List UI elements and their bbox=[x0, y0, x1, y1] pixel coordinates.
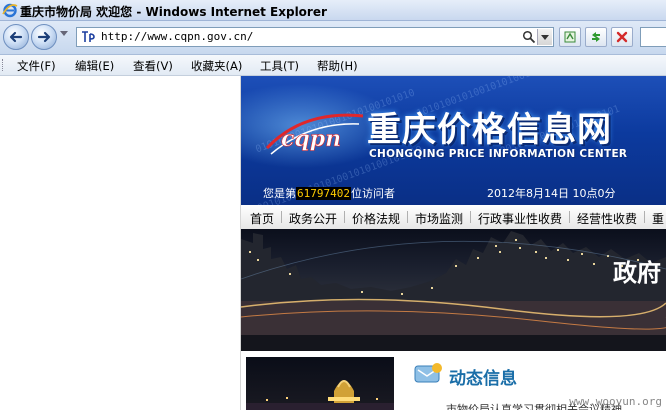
news-section-icon bbox=[414, 363, 442, 383]
nav-separator bbox=[569, 211, 570, 223]
address-dropdown-button[interactable] bbox=[537, 29, 552, 45]
search-magnifier-icon[interactable] bbox=[522, 30, 536, 44]
page-content: 动态信息 市物价局认真学习贯彻相关会议精神 www.wooyun.org bbox=[241, 351, 666, 410]
address-url: http://www.cqpn.gov.cn/ bbox=[101, 30, 254, 43]
toolbar-grip[interactable] bbox=[2, 59, 5, 71]
city-night-photo: 政府 bbox=[241, 229, 666, 351]
nav-item-more[interactable]: 重 bbox=[652, 210, 664, 227]
news-thumbnail[interactable] bbox=[246, 357, 394, 410]
visitor-prefix: 您是第 bbox=[263, 187, 296, 200]
menu-edit[interactable]: 编辑(E) bbox=[75, 58, 114, 74]
history-dropdown-button[interactable] bbox=[60, 31, 68, 36]
close-icon bbox=[616, 31, 628, 43]
nav-item-administrative-fees[interactable]: 行政事业性收费 bbox=[478, 210, 562, 227]
logo-text: cqpn bbox=[281, 126, 341, 152]
window-title: 重庆市物价局 欢迎您 - Windows Internet Explorer bbox=[20, 5, 327, 19]
menu-view[interactable]: 查看(V) bbox=[133, 58, 173, 74]
ie-logo-icon bbox=[2, 3, 18, 18]
stop-button[interactable] bbox=[611, 27, 633, 47]
menu-help[interactable]: 帮助(H) bbox=[317, 58, 358, 74]
live-search-field[interactable] bbox=[640, 27, 666, 47]
site-name: 重庆价格信息网 bbox=[367, 110, 612, 150]
city-skyline-image: 政府 bbox=[241, 231, 666, 351]
compatibility-icon bbox=[564, 31, 576, 43]
menu-file[interactable]: 文件(F) bbox=[17, 58, 56, 74]
cqpn-logo: cqpn bbox=[265, 113, 364, 155]
nav-item-home[interactable]: 首页 bbox=[250, 210, 274, 227]
site-name-english: CHONGQING PRICE INFORMATION CENTER bbox=[369, 148, 628, 160]
arrow-left-icon bbox=[9, 31, 23, 43]
refresh-button[interactable] bbox=[585, 27, 607, 47]
site-favicon-icon bbox=[80, 30, 96, 44]
menu-bar: 文件(F) 编辑(E) 查看(V) 收藏夹(A) 工具(T) 帮助(H) bbox=[0, 55, 666, 76]
nav-separator bbox=[344, 211, 345, 223]
date-time: 2012年8月14日 10点0分 bbox=[487, 187, 616, 200]
nav-item-commercial-fees[interactable]: 经营性收费 bbox=[577, 210, 637, 227]
site-navigation: 首页 政务公开 价格法规 市场监测 行政事业性收费 经营性收费 重 bbox=[241, 205, 666, 230]
nav-separator bbox=[281, 211, 282, 223]
section-title: 动态信息 bbox=[449, 369, 517, 389]
nav-separator bbox=[470, 211, 471, 223]
menu-favorites[interactable]: 收藏夹(A) bbox=[191, 58, 242, 74]
nav-item-market-monitoring[interactable]: 市场监测 bbox=[415, 210, 463, 227]
nav-separator bbox=[407, 211, 408, 223]
thumbnail-image bbox=[246, 380, 394, 410]
forward-button[interactable] bbox=[31, 24, 57, 50]
visitor-suffix: 位访问者 bbox=[350, 187, 395, 200]
watermark: www.wooyun.org bbox=[569, 395, 662, 408]
refresh-icon bbox=[592, 32, 600, 42]
photo-overlay-text: 政府 bbox=[613, 259, 661, 287]
address-field[interactable]: http://www.cqpn.gov.cn/ bbox=[76, 27, 554, 47]
nav-item-price-laws[interactable]: 价格法规 bbox=[352, 210, 400, 227]
back-button[interactable] bbox=[3, 24, 29, 50]
menu-tools[interactable]: 工具(T) bbox=[260, 58, 299, 74]
site-banner: 1010100101001010100110101001010100 01010… bbox=[241, 76, 666, 219]
nav-item-government-affairs[interactable]: 政务公开 bbox=[289, 210, 337, 227]
visitor-count: 61797402 bbox=[296, 187, 351, 200]
address-toolbar: http://www.cqpn.gov.cn/ bbox=[0, 21, 666, 55]
visitor-counter: 您是第61797402位访问者 bbox=[263, 185, 395, 201]
left-blank-pane bbox=[0, 76, 241, 410]
window-title-bar: 重庆市物价局 欢迎您 - Windows Internet Explorer bbox=[0, 0, 666, 21]
compatibility-view-button[interactable] bbox=[559, 27, 581, 47]
nav-separator bbox=[644, 211, 645, 223]
web-content: 1010100101001010100110101001010100 01010… bbox=[241, 76, 666, 410]
arrow-right-icon bbox=[37, 31, 51, 43]
